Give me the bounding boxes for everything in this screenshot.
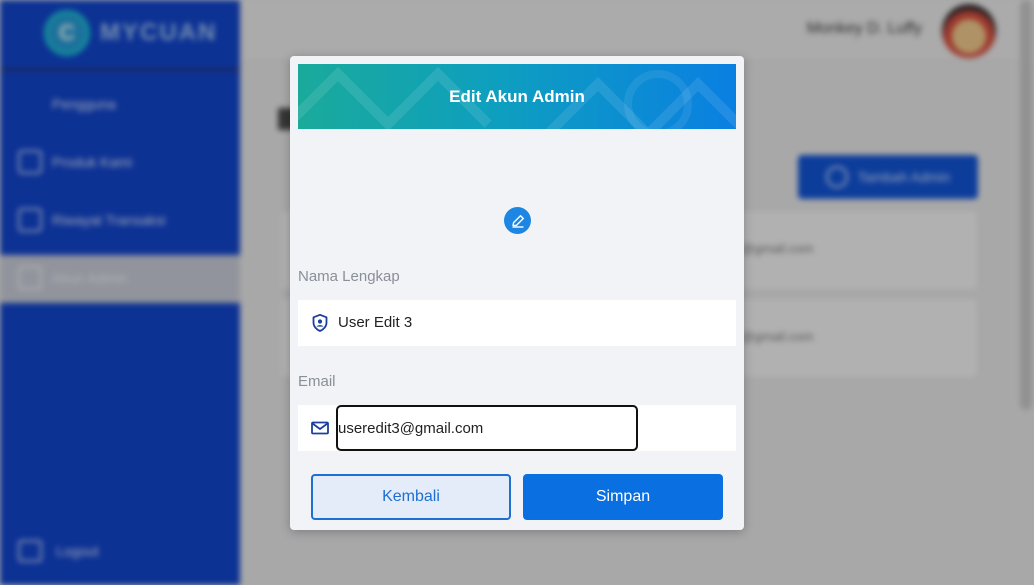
- modal-header: Edit Akun Admin: [298, 64, 736, 129]
- name-label: Nama Lengkap: [298, 268, 400, 285]
- mail-icon: [311, 421, 329, 435]
- email-label: Email: [298, 373, 336, 390]
- edit-admin-modal: Edit Akun Admin Nama Lengkap User Edit 3…: [290, 56, 744, 530]
- modal-title: Edit Akun Admin: [449, 86, 585, 106]
- save-button[interactable]: Simpan: [523, 474, 723, 520]
- shield-user-icon: [312, 313, 328, 332]
- back-button[interactable]: Kembali: [311, 474, 511, 520]
- name-field[interactable]: User Edit 3: [298, 300, 736, 346]
- email-field[interactable]: [298, 405, 736, 451]
- email-input[interactable]: [336, 405, 638, 451]
- edit-pencil-icon[interactable]: [504, 207, 531, 234]
- name-value: User Edit 3: [338, 314, 413, 331]
